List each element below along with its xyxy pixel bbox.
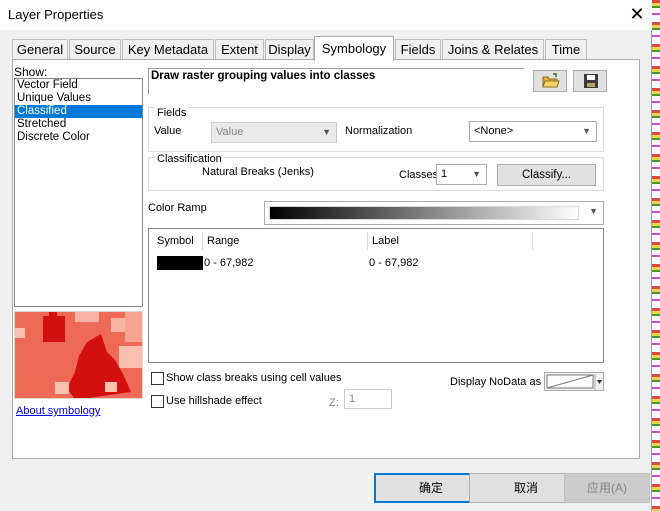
preview-map-graphic	[15, 312, 142, 398]
renderer-heading: Draw raster grouping values into classes	[151, 70, 376, 82]
window-title: Layer Properties	[8, 7, 104, 22]
tab-source[interactable]: Source	[69, 39, 121, 60]
hillshade-label: Use hillshade effect	[166, 395, 262, 407]
tab-fields[interactable]: Fields	[395, 39, 441, 60]
class-range-cell[interactable]: 0 - 67,982	[204, 257, 254, 269]
classify-button[interactable]: Classify...	[497, 164, 596, 186]
nodata-label: Display NoData as	[450, 376, 542, 388]
chevron-down-icon: ▼	[582, 126, 591, 136]
normalization-selected: <None>	[474, 125, 514, 137]
class-breaks-table[interactable]: Symbol Range Label 0 - 67,982 0 - 67,982	[148, 228, 604, 363]
color-ramp-gradient	[269, 206, 579, 220]
renderer-heading-box: Draw raster grouping values into classes	[148, 68, 524, 94]
class-label-cell[interactable]: 0 - 67,982	[369, 257, 419, 269]
tab-key-metadata[interactable]: Key Metadata	[122, 39, 214, 60]
hillshade-checkbox[interactable]	[151, 395, 164, 408]
normalization-select[interactable]: <None> ▼	[469, 121, 597, 142]
chevron-down-icon: ▼	[322, 127, 331, 137]
value-label: Value	[154, 125, 182, 137]
background-map-edge	[652, 0, 660, 511]
value-field-selected: Value	[216, 126, 244, 138]
show-class-breaks-label: Show class breaks using cell values	[166, 372, 342, 384]
column-divider[interactable]	[202, 232, 203, 250]
tab-joins-relates[interactable]: Joins & Relates	[442, 39, 544, 60]
nodata-color-picker[interactable]	[544, 372, 604, 391]
nodata-swatch-icon	[546, 374, 602, 391]
show-label: Show:	[14, 65, 48, 79]
classes-label: Classes	[399, 169, 439, 181]
tab-symbology[interactable]: Symbology	[314, 36, 394, 61]
chevron-down-icon: ▼	[589, 206, 598, 216]
open-folder-icon	[542, 73, 560, 88]
list-item-classified[interactable]: Classified	[15, 105, 142, 118]
show-class-breaks-checkbox[interactable]	[151, 372, 164, 385]
column-header-label[interactable]: Label	[372, 235, 399, 247]
fields-group-label: Fields	[155, 107, 189, 119]
chevron-down-icon: ▼	[472, 169, 481, 179]
z-factor-input[interactable]: 1	[344, 389, 392, 409]
normalization-label: Normalization	[345, 125, 413, 137]
list-item-vector-field[interactable]: Vector Field	[15, 79, 142, 92]
value-field-select[interactable]: Value ▼	[211, 122, 337, 143]
color-ramp-label: Color Ramp	[148, 202, 207, 214]
column-header-range[interactable]: Range	[207, 235, 239, 247]
renderer-list[interactable]: Vector Field Unique Values Classified St…	[14, 78, 143, 307]
classification-group-label: Classification	[155, 153, 224, 165]
about-symbology-link[interactable]: About symbology	[16, 405, 100, 417]
color-ramp-select[interactable]: ▼	[264, 201, 604, 225]
column-header-symbol[interactable]: Symbol	[157, 235, 194, 247]
tab-time[interactable]: Time	[545, 39, 587, 60]
renderer-preview-image	[14, 311, 143, 399]
list-item-unique-values[interactable]: Unique Values	[15, 92, 142, 105]
tab-extent[interactable]: Extent	[215, 39, 264, 60]
close-icon[interactable]: ✕	[624, 2, 650, 26]
classification-method: Natural Breaks (Jenks)	[202, 166, 314, 178]
classes-selected: 1	[441, 168, 448, 180]
column-divider[interactable]	[367, 232, 368, 250]
title-bar: Layer Properties ✕	[0, 0, 652, 30]
class-symbol-swatch[interactable]	[157, 256, 203, 270]
column-divider[interactable]	[532, 232, 533, 250]
apply-button[interactable]: 应用(A)	[564, 473, 650, 503]
tab-general[interactable]: General	[12, 39, 68, 60]
z-factor-label: Z:	[329, 397, 339, 409]
layer-properties-dialog: Layer Properties ✕ General Source Key Me…	[0, 0, 652, 511]
save-disk-icon	[584, 74, 598, 88]
list-item-stretched[interactable]: Stretched	[15, 118, 142, 131]
classes-select[interactable]: 1 ▼	[436, 164, 487, 185]
list-item-discrete-color[interactable]: Discrete Color	[15, 131, 142, 144]
open-layer-file-button[interactable]	[533, 70, 567, 92]
save-layer-file-button[interactable]	[573, 70, 607, 92]
tab-display[interactable]: Display	[265, 39, 314, 60]
